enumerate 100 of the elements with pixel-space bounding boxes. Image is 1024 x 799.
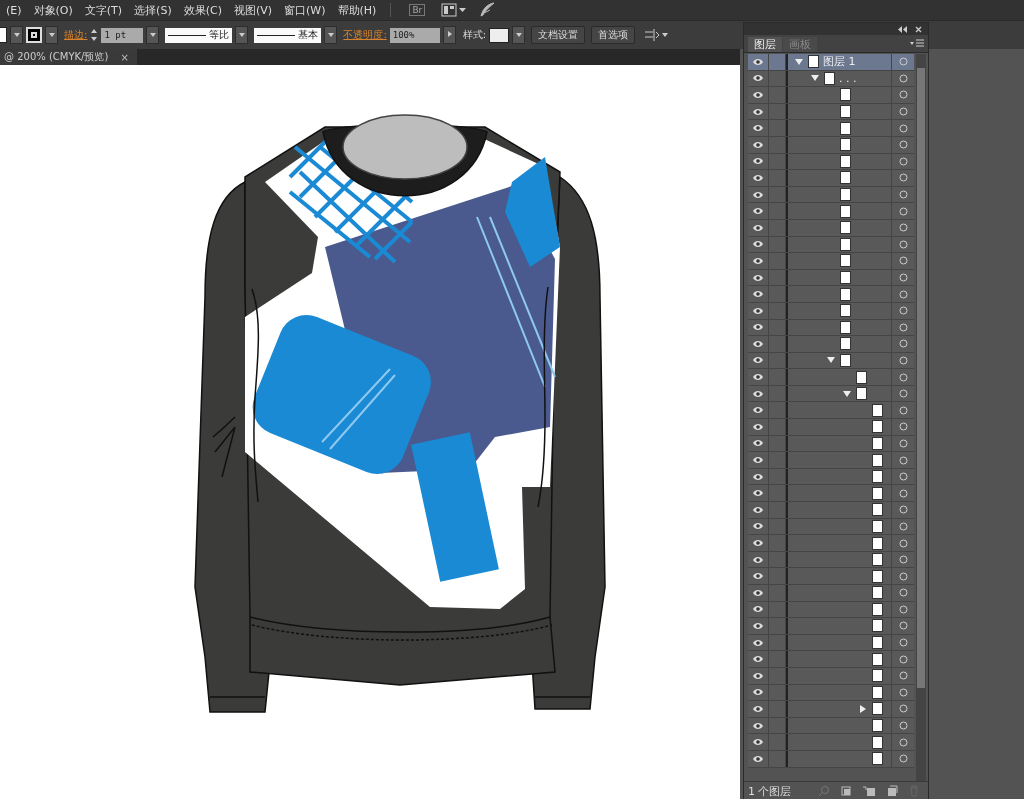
eye-icon[interactable] <box>752 339 764 348</box>
layer-row[interactable] <box>748 170 914 187</box>
collapsed-arrow-icon[interactable] <box>859 704 867 713</box>
layer-row[interactable] <box>748 452 914 469</box>
eye-icon[interactable] <box>752 223 764 232</box>
menu-item[interactable]: 窗口(W) <box>278 2 332 18</box>
menu-item[interactable]: (E) <box>0 3 28 17</box>
eye-icon[interactable] <box>752 406 764 415</box>
layer-row[interactable] <box>748 535 914 552</box>
layer-row[interactable]: 图层 1 <box>748 54 914 71</box>
target-circle-icon[interactable] <box>898 156 908 166</box>
target-circle-icon[interactable] <box>898 654 908 664</box>
layer-row[interactable] <box>748 701 914 718</box>
eye-icon[interactable] <box>752 57 764 66</box>
fill-swatch[interactable] <box>0 27 7 44</box>
target-circle-icon[interactable] <box>898 571 908 581</box>
layer-row[interactable] <box>748 568 914 585</box>
eye-icon[interactable] <box>752 671 764 680</box>
eye-icon[interactable] <box>752 373 764 382</box>
eye-icon[interactable] <box>752 622 764 630</box>
eye-icon[interactable] <box>752 505 764 514</box>
target-circle-icon[interactable] <box>898 389 908 399</box>
target-circle-icon[interactable] <box>898 173 908 183</box>
target-circle-icon[interactable] <box>898 505 908 515</box>
dropdown-caret[interactable] <box>10 26 23 45</box>
opacity-field[interactable]: 100% <box>389 27 440 43</box>
target-circle-icon[interactable] <box>898 239 908 249</box>
target-circle-icon[interactable] <box>898 521 908 531</box>
eye-icon[interactable] <box>752 140 764 149</box>
eye-icon[interactable] <box>752 240 764 249</box>
target-circle-icon[interactable] <box>898 273 908 282</box>
stroke-weight-field[interactable]: 1 pt <box>101 27 144 43</box>
target-circle-icon[interactable] <box>898 90 908 100</box>
dropdown-caret[interactable] <box>512 26 526 45</box>
eye-icon[interactable] <box>752 738 764 747</box>
eye-icon[interactable] <box>752 157 764 166</box>
toolbar-button[interactable]: 文档设置 <box>531 26 586 45</box>
target-circle-icon[interactable] <box>898 538 908 548</box>
eye-icon[interactable] <box>752 588 764 597</box>
eye-icon[interactable] <box>752 422 764 431</box>
layer-row[interactable] <box>748 502 914 519</box>
layer-row[interactable] <box>748 87 914 104</box>
eye-icon[interactable] <box>752 754 764 763</box>
eye-icon[interactable] <box>752 704 764 713</box>
target-circle-icon[interactable] <box>898 356 908 365</box>
panel-menu-icon[interactable] <box>910 38 924 49</box>
target-circle-icon[interactable] <box>898 721 908 731</box>
expanded-arrow-icon[interactable] <box>811 74 819 83</box>
target-circle-icon[interactable] <box>898 107 908 117</box>
layer-row[interactable] <box>748 419 914 436</box>
target-circle-icon[interactable] <box>898 704 908 714</box>
dropdown-caret[interactable] <box>324 26 338 45</box>
target-circle-icon[interactable] <box>898 223 908 233</box>
target-circle-icon[interactable] <box>898 123 908 133</box>
eye-icon[interactable] <box>752 539 764 547</box>
target-circle-icon[interactable] <box>898 140 908 150</box>
target-circle-icon[interactable] <box>898 588 908 598</box>
target-circle-icon[interactable] <box>898 256 908 266</box>
brush-dropdown[interactable]: 基本 <box>254 27 322 43</box>
document-tab[interactable]: @ 200% (CMYK/预览) × <box>0 49 137 65</box>
eye-icon[interactable] <box>752 439 764 448</box>
target-circle-icon[interactable] <box>898 472 908 482</box>
eye-icon[interactable] <box>752 256 764 265</box>
close-icon[interactable] <box>915 25 922 33</box>
eye-icon[interactable] <box>752 605 764 614</box>
target-circle-icon[interactable] <box>898 687 908 697</box>
layer-row[interactable] <box>748 203 914 220</box>
menu-item[interactable]: 文字(T) <box>78 2 129 18</box>
eye-icon[interactable] <box>752 290 764 299</box>
eye-icon[interactable] <box>752 389 764 398</box>
expanded-arrow-icon[interactable] <box>795 57 803 66</box>
layer-row[interactable] <box>748 120 914 137</box>
target-circle-icon[interactable] <box>898 754 908 764</box>
eye-icon[interactable] <box>752 107 764 116</box>
eye-icon[interactable] <box>752 572 764 581</box>
layer-row[interactable] <box>748 485 914 503</box>
dropdown-caret[interactable] <box>235 26 249 45</box>
target-circle-icon[interactable] <box>898 438 908 448</box>
eye-icon[interactable] <box>752 522 764 531</box>
width-profile-dropdown[interactable]: 等比 <box>165 27 233 43</box>
target-circle-icon[interactable] <box>898 322 908 332</box>
eye-icon[interactable] <box>752 323 764 332</box>
eye-icon[interactable] <box>752 91 764 99</box>
clipping-mask-icon[interactable] <box>840 785 852 797</box>
menu-item[interactable]: 视图(V) <box>227 2 279 18</box>
opacity-label[interactable]: 不透明度: <box>343 28 387 43</box>
eye-icon[interactable] <box>752 173 764 182</box>
eye-icon[interactable] <box>752 207 764 216</box>
layer-row[interactable] <box>748 618 914 635</box>
target-circle-icon[interactable] <box>898 488 908 498</box>
eye-icon[interactable] <box>752 273 764 282</box>
eye-icon[interactable] <box>752 655 764 664</box>
target-circle-icon[interactable] <box>898 190 908 200</box>
layer-row[interactable] <box>748 369 914 386</box>
target-circle-icon[interactable] <box>898 621 908 631</box>
target-circle-icon[interactable] <box>898 306 908 316</box>
expanded-arrow-icon[interactable] <box>843 389 851 398</box>
collapse-icon[interactable] <box>898 25 907 33</box>
eye-icon[interactable] <box>752 688 764 697</box>
target-circle-icon[interactable] <box>898 638 908 648</box>
